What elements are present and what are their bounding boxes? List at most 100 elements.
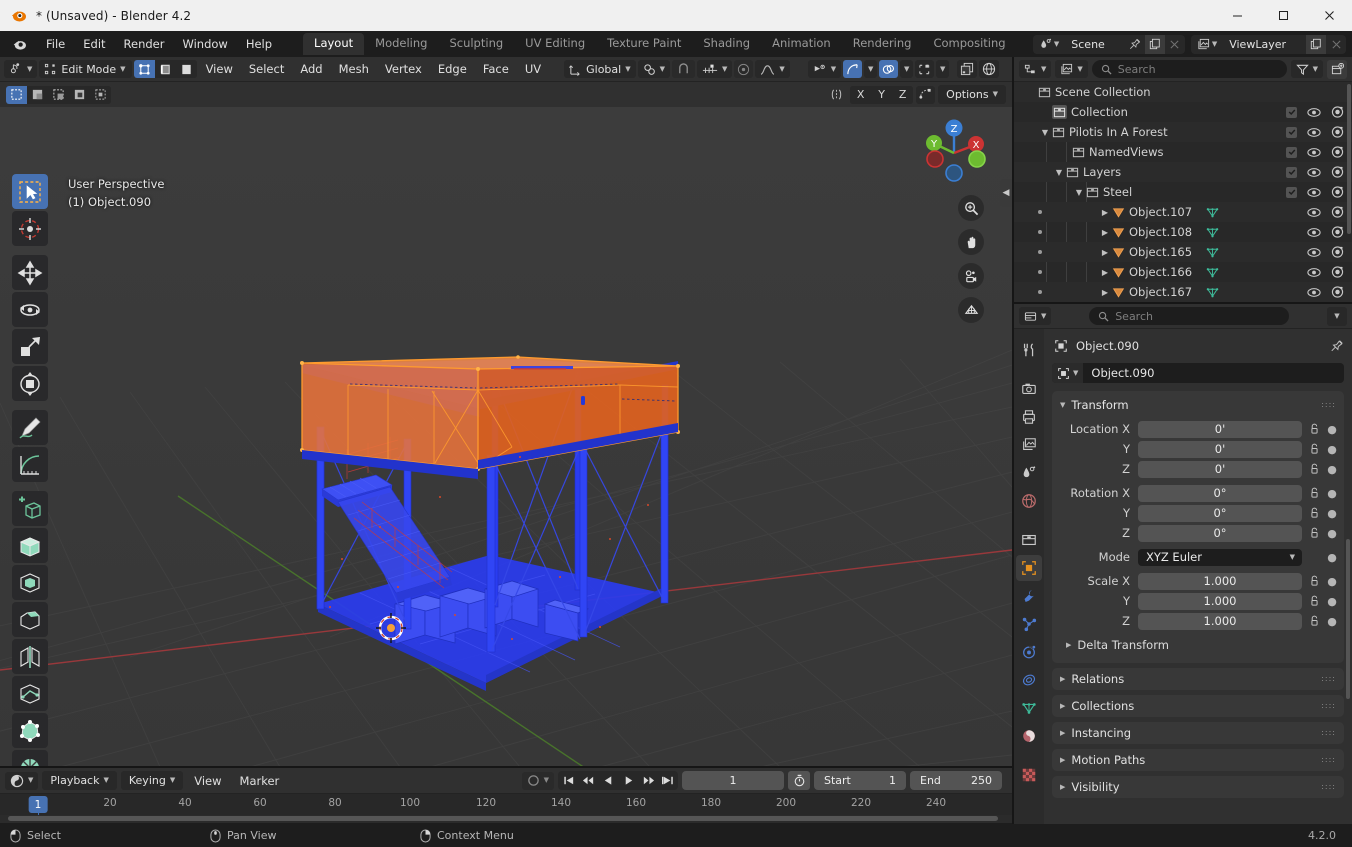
- tab-modeling[interactable]: Modeling: [364, 33, 438, 55]
- mesh-data-icon[interactable]: [1206, 266, 1219, 279]
- pin-scene-icon[interactable]: [1124, 34, 1145, 54]
- tool-poly-build[interactable]: [12, 713, 48, 748]
- outliner-row-object-165[interactable]: ▶ Object.165: [1014, 242, 1352, 262]
- lock-icon[interactable]: [1308, 615, 1321, 627]
- lock-icon[interactable]: [1308, 595, 1321, 607]
- properties-tab-collection[interactable]: [1016, 527, 1042, 553]
- next-keyframe-button[interactable]: [638, 771, 658, 790]
- keying-menu[interactable]: Keying ▼: [120, 771, 184, 790]
- exclude-checkbox[interactable]: [1286, 126, 1297, 138]
- menu-window[interactable]: Window: [173, 34, 236, 54]
- relations-panel[interactable]: ▶ Relations ::::: [1052, 668, 1344, 690]
- outliner-row-steel[interactable]: ▼ Steel: [1014, 182, 1352, 202]
- timeline-editor-type[interactable]: ▼: [5, 771, 39, 790]
- lock-icon[interactable]: [1308, 423, 1321, 435]
- transform-panel-header[interactable]: ▼ Transform ::::: [1052, 395, 1344, 415]
- auto-keying-toggle[interactable]: ▼: [521, 771, 554, 790]
- select-set-button[interactable]: [6, 85, 27, 104]
- select-extend-button[interactable]: [27, 85, 48, 104]
- disable-in-render-icon[interactable]: [1331, 226, 1344, 238]
- camera-icon[interactable]: [958, 263, 984, 289]
- tool-add-cube[interactable]: [12, 491, 48, 526]
- outliner-tree[interactable]: Scene Collection Collection ▼ Pilotis In…: [1014, 82, 1352, 304]
- edge-select-mode-button[interactable]: [154, 60, 176, 78]
- animate-property-dot[interactable]: ●: [1327, 595, 1337, 608]
- properties-tab-scene[interactable]: [1016, 460, 1042, 486]
- collapse-arrow-down[interactable]: ▼: [1038, 128, 1052, 137]
- tool-spin[interactable]: [12, 750, 48, 767]
- playhead[interactable]: 1: [28, 796, 48, 813]
- location-y-input[interactable]: 0': [1138, 440, 1302, 458]
- exclude-checkbox[interactable]: [1286, 106, 1297, 118]
- symmetry-x-button[interactable]: X: [850, 85, 872, 104]
- tool-bevel[interactable]: [12, 602, 48, 637]
- animate-property-dot[interactable]: ●: [1327, 615, 1337, 628]
- ortho-icon[interactable]: [958, 297, 984, 323]
- previous-keyframe-button[interactable]: [578, 771, 598, 790]
- sidebar-collapse-arrow[interactable]: ◀: [1000, 179, 1012, 207]
- outliner-row-scene-collection[interactable]: Scene Collection: [1014, 82, 1352, 102]
- properties-editor-type[interactable]: ▼: [1019, 307, 1052, 325]
- overlays-toggle[interactable]: [879, 60, 899, 78]
- playback-menu[interactable]: Playback ▼: [42, 771, 117, 790]
- mesh-data-icon[interactable]: [1206, 246, 1219, 259]
- properties-tab-physics[interactable]: [1016, 639, 1042, 665]
- current-frame-input[interactable]: 1: [682, 771, 784, 790]
- timeline-horizontal-scrollbar[interactable]: [8, 816, 998, 821]
- play-reverse-button[interactable]: [598, 771, 618, 790]
- animate-property-dot[interactable]: ●: [1327, 575, 1337, 588]
- outliner-scrollbar[interactable]: [1347, 84, 1351, 234]
- outliner-row-pilotis-in-a-forest[interactable]: ▼ Pilotis In A Forest: [1014, 122, 1352, 142]
- exclude-checkbox[interactable]: [1286, 146, 1297, 158]
- scene-selector[interactable]: ▼ Scene: [1032, 34, 1185, 54]
- select-intersect-button[interactable]: [90, 85, 111, 104]
- tab-rendering[interactable]: Rendering: [842, 33, 923, 55]
- tab-sculpting[interactable]: Sculpting: [438, 33, 514, 55]
- symmetry-z-button[interactable]: Z: [892, 85, 914, 104]
- outliner-row-layers[interactable]: ▼ Layers: [1014, 162, 1352, 182]
- hide-in-viewport-icon[interactable]: [1307, 107, 1321, 118]
- transform-orientation-selector[interactable]: Global ▼: [564, 60, 636, 78]
- animate-property-dot[interactable]: ●: [1327, 527, 1337, 540]
- tab-layout[interactable]: Layout: [303, 33, 365, 55]
- viewport-menu-select[interactable]: Select: [242, 60, 291, 78]
- options-dropdown[interactable]: Options ▼: [938, 85, 1006, 104]
- properties-tab-constraint[interactable]: [1016, 667, 1042, 693]
- outliner-editor-type[interactable]: ▼: [1019, 60, 1052, 78]
- tab-animation[interactable]: Animation: [761, 33, 842, 55]
- motion-paths-panel[interactable]: ▶ Motion Paths ::::: [1052, 749, 1344, 771]
- vertex-select-mode-button[interactable]: [133, 60, 155, 78]
- snap-toggle[interactable]: [672, 60, 695, 78]
- menu-render[interactable]: Render: [115, 34, 174, 54]
- viewport-menu-view[interactable]: View: [199, 60, 240, 78]
- viewport-menu-vertex[interactable]: Vertex: [378, 60, 429, 78]
- exclude-checkbox[interactable]: [1286, 166, 1297, 178]
- disable-in-render-icon[interactable]: [1331, 166, 1344, 178]
- lock-icon[interactable]: [1308, 527, 1321, 539]
- timeline-menu-marker[interactable]: Marker: [233, 772, 287, 790]
- viewlayer-selector[interactable]: ▼ ViewLayer: [1190, 34, 1346, 54]
- outliner-display-mode[interactable]: ▼: [1055, 60, 1088, 78]
- tab-shading[interactable]: Shading: [692, 33, 761, 55]
- viewport-menu-edge[interactable]: Edge: [431, 60, 474, 78]
- pin-icon[interactable]: [1330, 339, 1344, 353]
- proportional-editing-toggle[interactable]: [734, 60, 754, 78]
- scale-z-input[interactable]: 1.000: [1138, 612, 1302, 630]
- tool-annotate[interactable]: [12, 410, 48, 445]
- overlays-options-dropdown[interactable]: ▼: [900, 60, 914, 78]
- outliner-search-input[interactable]: Search: [1091, 60, 1287, 78]
- viewport-menu-uv[interactable]: UV: [518, 60, 548, 78]
- editor-type-selector[interactable]: ▼: [4, 60, 38, 78]
- navigation-gizmo[interactable]: Z X Y: [918, 117, 990, 189]
- disable-in-render-icon[interactable]: [1331, 246, 1344, 258]
- outliner-row-collection[interactable]: Collection: [1014, 102, 1352, 122]
- hide-in-viewport-icon[interactable]: [1307, 167, 1321, 178]
- timeline-menu-view[interactable]: View: [187, 772, 228, 790]
- blender-menu-icon[interactable]: [12, 37, 27, 52]
- jump-to-start-button[interactable]: [558, 771, 578, 790]
- gizmo-options-dropdown[interactable]: ▼: [864, 60, 878, 78]
- hide-in-viewport-icon[interactable]: [1307, 247, 1321, 258]
- end-frame-input[interactable]: End 250: [910, 771, 1002, 790]
- tab-uv-editing[interactable]: UV Editing: [514, 33, 596, 55]
- lock-icon[interactable]: [1308, 443, 1321, 455]
